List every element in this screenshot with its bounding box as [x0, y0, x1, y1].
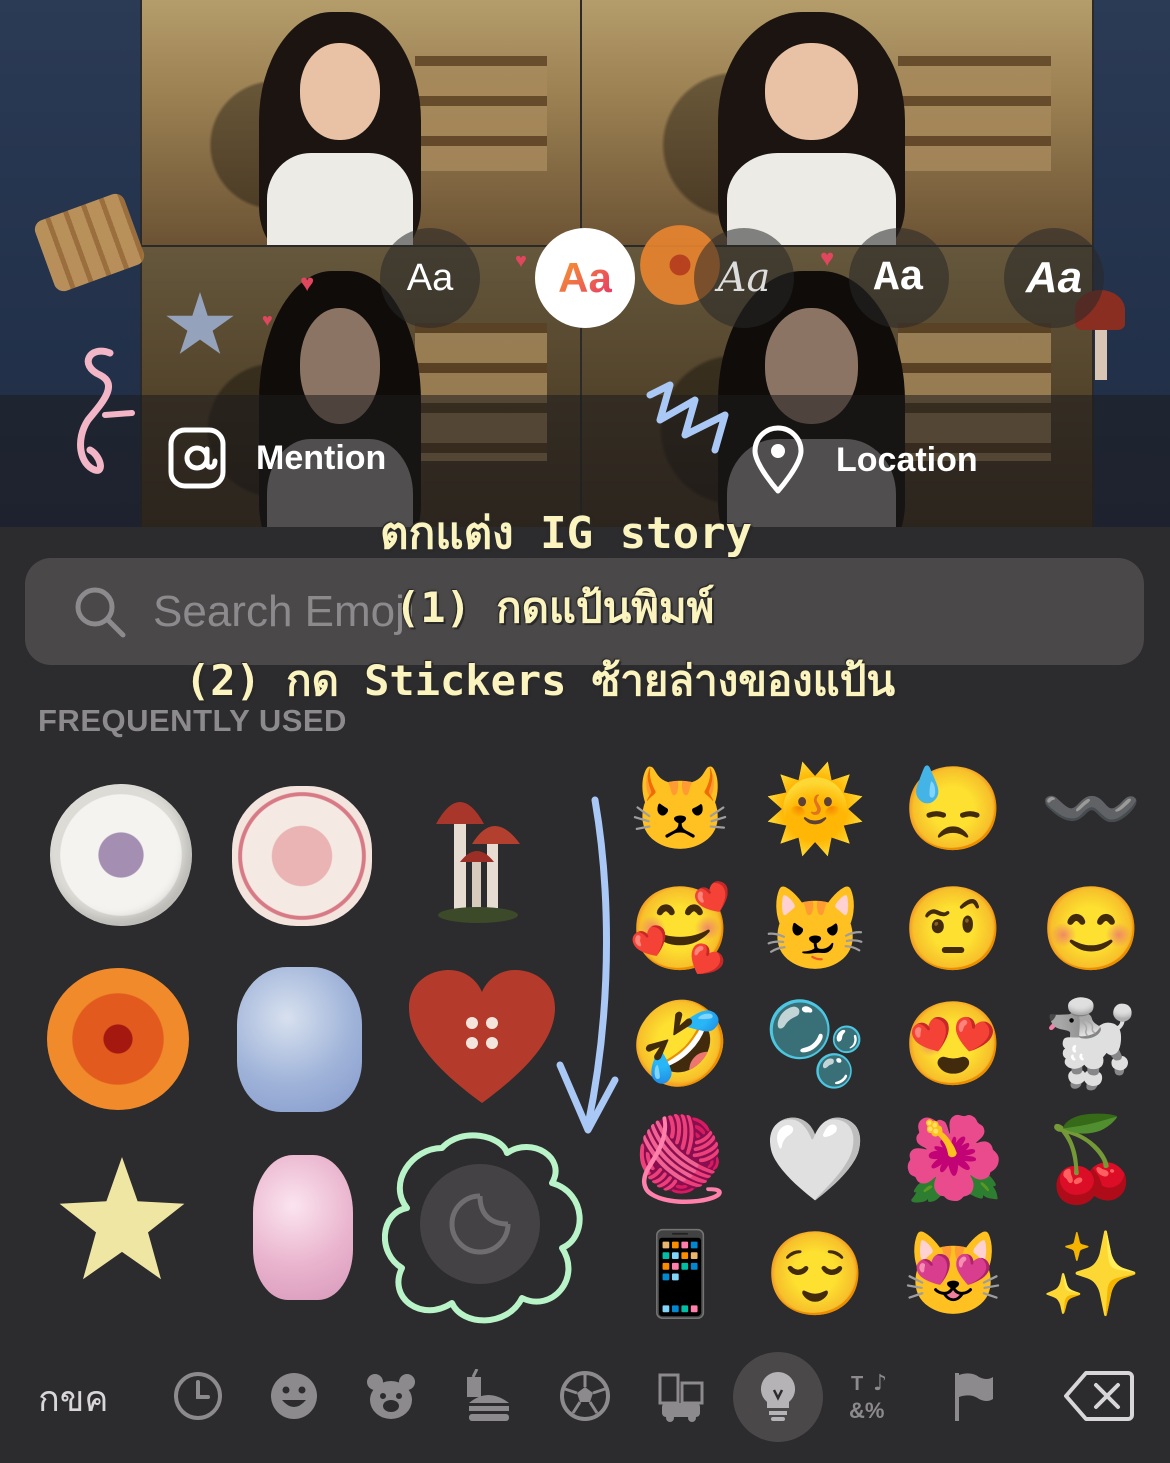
- emoji-key[interactable]: 🤨: [898, 875, 1008, 985]
- font-style-script[interactable]: Aa: [694, 228, 794, 328]
- emoji-key[interactable]: 🤣: [625, 990, 735, 1100]
- sticker-carnation[interactable]: [232, 786, 372, 926]
- sticker-blue-gummy-bear[interactable]: [237, 967, 362, 1112]
- emoji-key[interactable]: 🌺: [898, 1105, 1008, 1215]
- category-symbols[interactable]: T ♪ &%: [845, 1366, 905, 1426]
- emoji-key[interactable]: 🍒: [1036, 1105, 1146, 1215]
- blue-arrow-doodle: [556, 796, 619, 1134]
- buildings-car-icon: [658, 1373, 704, 1422]
- emoji-key[interactable]: 🐩: [1036, 990, 1146, 1100]
- sticker-hibiscus-flower[interactable]: [47, 968, 189, 1110]
- font-style-modern-selected[interactable]: Aa: [535, 228, 635, 328]
- emoji-category-bar: กขค T ♪ &%: [0, 1352, 1170, 1442]
- tag-row: Mention Location: [0, 425, 1170, 500]
- emoji-key[interactable]: 🤍: [760, 1105, 870, 1215]
- svg-text:T: T: [851, 1373, 863, 1395]
- font-style-classic[interactable]: Aa: [380, 228, 480, 328]
- sticker-heart-button[interactable]: [407, 968, 557, 1108]
- emoji-key[interactable]: 😻: [898, 1220, 1008, 1330]
- emoji-key[interactable]: 😍: [898, 990, 1008, 1100]
- font-style-label: Aa: [717, 255, 771, 301]
- category-recent[interactable]: [168, 1366, 228, 1426]
- delete-button[interactable]: [1064, 1366, 1134, 1426]
- clock-icon: [174, 1372, 222, 1420]
- soccer-ball-icon: [560, 1371, 610, 1421]
- smiley-icon: [271, 1373, 317, 1419]
- emoji-key[interactable]: 🫧: [760, 990, 870, 1100]
- emoji-key[interactable]: 📱: [625, 1220, 735, 1330]
- keyboard-language-switch[interactable]: กขค: [38, 1370, 109, 1427]
- symbols-icon: T ♪ &%: [849, 1371, 887, 1423]
- bear-icon: [367, 1374, 415, 1419]
- emoji-key[interactable]: 🌞: [760, 755, 870, 865]
- font-style-bold[interactable]: Aa: [1004, 228, 1104, 328]
- mention-label: Mention: [256, 438, 387, 477]
- emoji-key[interactable]: 😓: [898, 755, 1008, 865]
- stickers-button[interactable]: [420, 1164, 540, 1284]
- category-smileys[interactable]: [264, 1366, 324, 1426]
- emoji-key[interactable]: 〰️: [1036, 755, 1146, 865]
- font-style-label: Aa: [873, 254, 925, 302]
- emoji-key[interactable]: 😊: [1036, 875, 1146, 985]
- svg-text:♪: ♪: [873, 1371, 887, 1396]
- font-style-label: Aa: [406, 256, 454, 299]
- font-style-label: Aa: [558, 254, 612, 301]
- flag-icon: [955, 1373, 993, 1421]
- location-pin-icon: [752, 425, 804, 494]
- location-label: Location: [836, 440, 978, 479]
- category-flags[interactable]: [942, 1366, 1002, 1426]
- collage-photo-1: [140, 0, 584, 249]
- sticker-mushrooms[interactable]: [432, 780, 527, 925]
- annotation-title: ตกแต่ง IG story: [380, 508, 753, 559]
- category-activity[interactable]: [555, 1366, 615, 1426]
- burger-drink-icon: [467, 1369, 509, 1421]
- emoji-key[interactable]: 😼: [760, 875, 870, 985]
- category-travel[interactable]: [651, 1366, 711, 1426]
- annotation-step-2: (2) กด Stickers ซ้ายล่างของแป้น: [185, 656, 896, 705]
- search-icon: [75, 587, 126, 637]
- mention-button[interactable]: Mention: [168, 425, 386, 491]
- location-button[interactable]: Location: [750, 425, 978, 495]
- emoji-key[interactable]: ✨: [1036, 1220, 1146, 1330]
- sticker-pink-gummy-bear[interactable]: [253, 1155, 353, 1300]
- backspace-icon: [1064, 1371, 1134, 1421]
- svg-text:&%: &%: [849, 1398, 884, 1423]
- category-food[interactable]: [458, 1366, 518, 1426]
- emoji-key[interactable]: 😾: [625, 755, 735, 865]
- category-objects-selected[interactable]: [748, 1366, 808, 1426]
- font-style-typewriter[interactable]: Aa: [849, 228, 949, 328]
- at-sign-icon: [168, 427, 226, 489]
- sticker-white-button[interactable]: [50, 784, 192, 926]
- emoji-key[interactable]: 🥰: [625, 875, 735, 985]
- font-style-selector: Aa Aa Aa Aa Aa: [0, 228, 1170, 328]
- font-style-label: Aa: [1025, 253, 1083, 302]
- category-animals[interactable]: [361, 1366, 421, 1426]
- collage-photo-2: [580, 0, 1094, 249]
- emoji-key[interactable]: 🧶: [625, 1105, 735, 1215]
- sticker-peel-icon: [449, 1193, 511, 1255]
- annotation-step-1: (1) กดแป้นพิมพ์: [395, 583, 715, 632]
- lightbulb-icon: [760, 1371, 796, 1421]
- emoji-key[interactable]: 😌: [760, 1220, 870, 1330]
